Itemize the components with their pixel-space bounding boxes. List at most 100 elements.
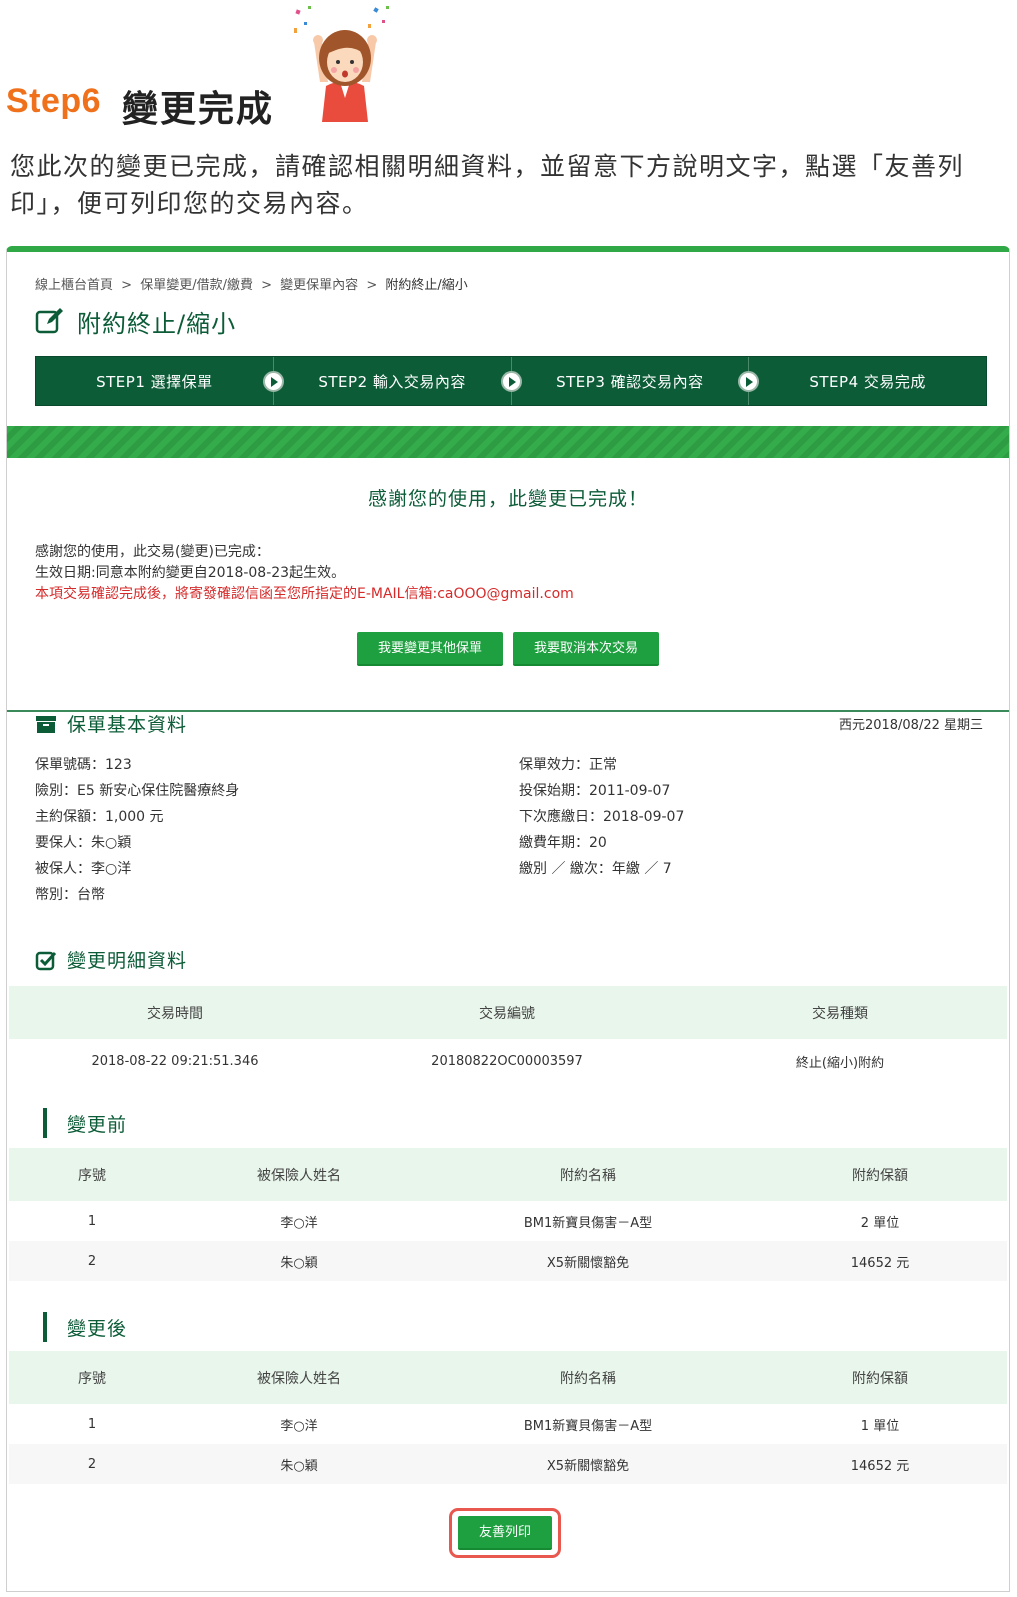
heading-bar: [43, 1312, 47, 1342]
archive-box-icon: [36, 715, 56, 733]
checkbox-checked-icon: [35, 951, 57, 970]
row-index: 1: [87, 1416, 97, 1432]
column-header: 附約保額: [753, 1351, 1007, 1404]
insured-person: 被保人：李○洋: [35, 861, 132, 877]
table-header-row: 序號 被保險人姓名 附約名稱 附約保額: [9, 1351, 1007, 1404]
rider-amount: 14652 元: [753, 1241, 1007, 1281]
rider-amount: 2 單位: [860, 1215, 900, 1231]
celebrating-girl-illustration: [294, 6, 389, 122]
table-row: 1 李○洋 BM1新寶貝傷害－A型 2 單位: [9, 1201, 1007, 1241]
rider-name: BM1新寶貝傷害－A型: [523, 1215, 653, 1231]
step-label: STEP3 確認交易內容: [556, 372, 704, 391]
payment-years: 繳費年期：20: [519, 835, 607, 851]
step-1: STEP1 選擇保單: [36, 357, 284, 405]
intro-text: 您此次的變更已完成，請確認相關明細資料，並留意下方說明文字，點選「友善列印」，便…: [10, 152, 965, 218]
column-header: 被保險人姓名: [175, 1148, 423, 1201]
completion-box: 感謝您的使用，此變更已完成！ 感謝您的使用，此交易(變更)已完成： 生效日期:同…: [7, 458, 1009, 712]
print-button-highlight: 友善列印: [449, 1508, 561, 1558]
heading-bar: [43, 1108, 47, 1138]
breadcrumb-change-content[interactable]: 變更保單內容: [280, 278, 358, 293]
after-change-table: 序號 被保險人姓名 附約名稱 附約保額 1 李○洋 BM1新寶貝傷害－A型 1 …: [9, 1351, 1007, 1484]
column-header: 交易時間: [9, 986, 341, 1039]
table-row: 1 李○洋 BM1新寶貝傷害－A型 1 單位: [9, 1404, 1007, 1444]
rider-name: BM1新寶貝傷害－A型: [523, 1418, 653, 1434]
step-progress-bar: STEP1 選擇保單 STEP2 輸入交易內容 STEP3 確認交易內容 STE…: [35, 356, 987, 406]
breadcrumb-sep: >: [261, 278, 273, 293]
action-buttons: 我要變更其他保單 我要取消本次交易: [7, 632, 1009, 666]
step-3: STEP3 確認交易內容: [510, 357, 760, 405]
completion-title: 感謝您的使用，此變更已完成！: [367, 488, 648, 510]
after-change-heading: 變更後: [43, 1312, 127, 1342]
email-notice: 本項交易確認完成後，將寄發確認信函至您所指定的E-MAIL信箱:caOOO@gm…: [35, 586, 574, 602]
decorative-stripe: [7, 426, 1009, 458]
breadcrumb-sep: >: [366, 278, 378, 293]
completion-details: 感謝您的使用，此交易(變更)已完成： 生效日期:同意本附約變更自2018-08-…: [35, 542, 574, 605]
completion-line: 感謝您的使用，此交易(變更)已完成：: [35, 544, 270, 560]
step-2: STEP2 輸入交易內容: [272, 357, 522, 405]
insured-name: 李○洋: [280, 1215, 318, 1231]
step-header: Step6 變更完成 您此次的變更已完成，請確認相關明細資料，並留意下方說明文字…: [0, 0, 1017, 218]
row-index: 2: [9, 1241, 175, 1281]
transaction-time: 2018-08-22 09:21:51.346: [91, 1053, 259, 1069]
insured-name: 朱○穎: [175, 1241, 423, 1281]
table-header-row: 交易時間 交易編號 交易種類: [9, 986, 1007, 1039]
step-4: STEP4 交易完成: [748, 357, 986, 405]
transaction-detail-table: 交易時間 交易編號 交易種類 2018-08-22 09:21:51.346 2…: [9, 986, 1007, 1083]
policy-number: 保單號碼：123: [35, 757, 132, 773]
breadcrumb-current: 附約終止/縮小: [385, 278, 468, 293]
step-label: STEP1 選擇保單: [96, 372, 213, 391]
cancel-transaction-button[interactable]: 我要取消本次交易: [513, 632, 659, 666]
page-title: 附約終止/縮小: [35, 304, 236, 338]
column-header: 交易種類: [673, 986, 1007, 1039]
step-label: STEP2 輸入交易內容: [318, 372, 466, 391]
row-index: 2: [9, 1444, 175, 1484]
rider-name: X5新關懷豁免: [423, 1444, 753, 1484]
effective-date-line: 生效日期:同意本附約變更自2018-08-23起生效。: [35, 565, 346, 581]
current-date: 西元2018/08/22 星期三: [838, 718, 983, 733]
rider-amount: 14652 元: [753, 1444, 1007, 1484]
friendly-print-button[interactable]: 友善列印: [458, 1516, 552, 1550]
play-arrow-icon: [262, 371, 284, 392]
column-header: 序號: [9, 1148, 175, 1201]
policy-holder: 要保人：朱○穎: [35, 835, 132, 851]
insurance-type: 險別：E5 新安心保住院醫療終身: [35, 783, 240, 799]
page-title-text: 附約終止/縮小: [77, 309, 237, 338]
section-title: 變更前: [67, 1113, 128, 1136]
play-arrow-icon: [500, 371, 522, 392]
before-change-heading: 變更前: [43, 1108, 127, 1138]
breadcrumb-policy-change[interactable]: 保單變更/借款/繳費: [140, 278, 253, 293]
change-other-policy-button[interactable]: 我要變更其他保單: [357, 632, 503, 666]
column-header: 被保險人姓名: [175, 1351, 423, 1404]
rider-name: X5新關懷豁免: [423, 1241, 753, 1281]
table-row: 2 朱○穎 X5新關懷豁免 14652 元: [9, 1241, 1007, 1281]
table-row: 2 朱○穎 X5新關懷豁免 14652 元: [9, 1444, 1007, 1484]
basic-info-heading: 保單基本資料: [35, 710, 187, 737]
column-header: 附約名稱: [423, 1351, 753, 1404]
table-row: 2018-08-22 09:21:51.346 20180822OC000035…: [9, 1039, 1007, 1083]
edit-icon: [35, 308, 63, 334]
breadcrumb-home[interactable]: 線上櫃台首頁: [35, 278, 113, 293]
next-due-date: 下次應繳日：2018-09-07: [519, 809, 685, 825]
rider-amount: 1 單位: [860, 1418, 900, 1434]
main-panel: 線上櫃台首頁 > 保單變更/借款/繳費 > 變更保單內容 > 附約終止/縮小 附…: [6, 246, 1010, 1592]
row-index: 1: [87, 1213, 97, 1229]
change-detail-heading: 變更明細資料: [35, 946, 187, 973]
basic-info-right: 保單效力：正常 投保始期：2011-09-07 下次應繳日：2018-09-07…: [519, 752, 684, 882]
breadcrumb: 線上櫃台首頁 > 保單變更/借款/繳費 > 變更保單內容 > 附約終止/縮小: [35, 274, 472, 293]
policy-status: 保單效力：正常: [519, 757, 617, 773]
before-change-table: 序號 被保險人姓名 附約名稱 附約保額 1 李○洋 BM1新寶貝傷害－A型 2 …: [9, 1148, 1007, 1281]
breadcrumb-sep: >: [121, 278, 133, 293]
section-title: 變更明細資料: [67, 950, 188, 972]
insured-name: 李○洋: [280, 1418, 318, 1434]
section-title: 保單基本資料: [67, 714, 188, 736]
section-title: 變更後: [67, 1317, 128, 1340]
basic-info-left: 保單號碼：123 險別：E5 新安心保住院醫療終身 主約保額：1,000 元 要…: [35, 752, 239, 908]
table-header-row: 序號 被保險人姓名 附約名稱 附約保額: [9, 1148, 1007, 1201]
column-header: 附約保額: [753, 1148, 1007, 1201]
transaction-number: 20180822OC00003597: [431, 1053, 583, 1069]
column-header: 附約名稱: [423, 1148, 753, 1201]
currency: 幣別：台幣: [35, 887, 105, 903]
step-label: Step6: [6, 82, 102, 120]
main-coverage: 主約保額：1,000 元: [35, 809, 164, 825]
insured-name: 朱○穎: [175, 1444, 423, 1484]
